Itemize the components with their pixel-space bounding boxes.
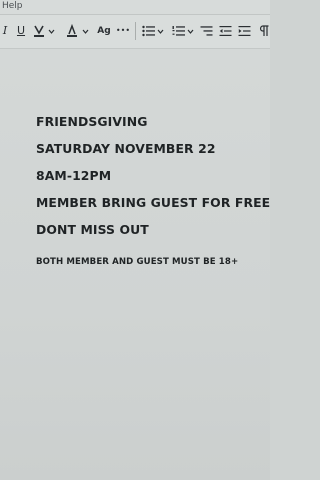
decrease-indent-icon	[219, 26, 231, 36]
italic-button[interactable]: I	[0, 24, 10, 38]
word-processor-window: Help I U Ag ••• FRIENDSGIVING SATURDAY N…	[0, 0, 270, 480]
numbered-list-dropdown-button[interactable]	[186, 24, 194, 38]
doc-line-time: 8AM-12PM	[36, 168, 112, 183]
chevron-down-icon	[48, 29, 54, 34]
bullet-list-dropdown-button[interactable]	[156, 24, 164, 38]
doc-line-age-requirement: BOTH MEMBER AND GUEST MUST BE 18+	[36, 257, 239, 267]
doc-line-date: SATURDAY NOVEMBER 22	[36, 141, 216, 156]
numbered-list-icon	[172, 26, 185, 36]
multilevel-list-button[interactable]	[199, 24, 213, 38]
highlight-color-button[interactable]	[31, 24, 47, 38]
increase-indent-button[interactable]	[237, 24, 251, 38]
chevron-down-icon	[187, 29, 193, 34]
document-page[interactable]: FRIENDSGIVING SATURDAY NOVEMBER 22 8AM-1…	[0, 49, 270, 480]
multilevel-list-icon	[200, 26, 212, 36]
paragraph-options-button[interactable]	[256, 24, 270, 38]
styles-button[interactable]: Ag	[96, 24, 112, 38]
bullet-list-button[interactable]	[141, 24, 155, 38]
font-color-dropdown-button[interactable]	[81, 24, 89, 38]
underline-button[interactable]: U	[14, 24, 28, 38]
paragraph-icon	[259, 25, 268, 36]
increase-indent-icon	[238, 26, 250, 36]
numbered-list-button[interactable]	[171, 24, 185, 38]
formatting-toolbar: I U Ag •••	[0, 15, 270, 49]
menu-bar: Help	[0, 0, 270, 15]
menu-help[interactable]: Help	[2, 1, 23, 12]
font-color-button[interactable]	[64, 24, 80, 38]
doc-line-reminder: DONT MISS OUT	[36, 222, 149, 237]
decrease-indent-button[interactable]	[218, 24, 232, 38]
document-body: FRIENDSGIVING SATURDAY NOVEMBER 22 8AM-1…	[36, 114, 270, 268]
doc-line-guest-info: MEMBER BRING GUEST FOR FREE	[36, 195, 270, 210]
highlight-dropdown-button[interactable]	[47, 24, 55, 38]
chevron-down-icon	[82, 29, 88, 34]
highlighter-icon	[34, 25, 44, 37]
bullet-list-icon	[141, 25, 155, 37]
doc-line-title: FRIENDSGIVING	[36, 114, 148, 129]
font-color-icon	[67, 24, 77, 37]
chevron-down-icon	[157, 29, 163, 34]
toolbar-divider	[135, 22, 136, 40]
more-options-button[interactable]: •••	[115, 24, 131, 38]
